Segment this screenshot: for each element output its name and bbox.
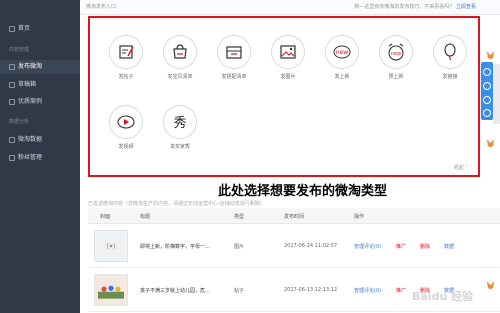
type-outfit-list[interactable]: 发搭配清单 <box>209 35 259 80</box>
row-type: 图片 <box>234 244 245 250</box>
manage-comments-link[interactable]: 管理评论(0) <box>354 287 381 294</box>
type-pre-launch[interactable]: new 预上新 <box>371 35 421 80</box>
home-icon <box>9 26 15 32</box>
tips-notice: 新—这里有你微淘的发布技巧，不来看看吗？ 立即查看 <box>354 3 476 10</box>
refresh-icon[interactable] <box>483 82 491 90</box>
type-post[interactable]: 发帖子 <box>101 35 151 80</box>
table-row: 即将上新，阶梯数字，字母一... 图片 2017-06-14 11:02:57 … <box>88 224 500 268</box>
type-video[interactable]: 发视频 <box>101 105 151 150</box>
row-title[interactable]: 孩子不满三岁就上幼儿园，危... <box>140 287 210 294</box>
buyer-show-icon: 秀 <box>163 105 197 139</box>
cases-icon <box>9 99 15 105</box>
type-link[interactable]: 发链接 <box>425 35 475 80</box>
fox-icon <box>486 51 495 60</box>
type-buyer-show[interactable]: 秀 发买家秀 <box>155 105 205 150</box>
sidebar-item-label: 发布微淘 <box>18 63 43 70</box>
broadcast-icon <box>106 242 116 250</box>
children-photo-icon <box>98 285 124 299</box>
fox-icon <box>486 281 495 290</box>
sidebar-item-label: 微淘数据 <box>18 136 43 143</box>
fans-icon <box>9 155 15 161</box>
publish-type-picker: 发帖子 发宝贝清单 发搭配清单 发图片 new 发上新 new 预上新 发链接 … <box>88 16 480 177</box>
type-label: 发宝贝清单 <box>167 74 193 80</box>
main-content: 微淘发布入口 新—这里有你微淘的发布技巧，不来看看吗？ 立即查看 发帖子 发宝贝… <box>80 0 500 313</box>
tips-text: 新—这里有你微淘的发布技巧，不来看看吗？ <box>354 4 455 10</box>
sidebar-item-cases[interactable]: 优质案例 <box>0 95 80 109</box>
type-item-list[interactable]: 发宝贝清单 <box>155 35 205 80</box>
entry-title: 微淘发布入口 <box>86 4 117 10</box>
promote-link[interactable]: 推广 <box>396 243 406 250</box>
delete-link[interactable]: 删除 <box>420 243 430 250</box>
col-time: 发布时间 <box>284 214 305 220</box>
item-list-icon <box>163 35 197 69</box>
sidebar-item-data[interactable]: 微淘数据 <box>0 133 80 147</box>
row-time: 2017-06-13 12:13:12 <box>284 287 338 293</box>
post-icon <box>109 35 143 69</box>
fox-icon <box>486 139 495 148</box>
sidebar-item-label: 粉丝管理 <box>18 154 43 161</box>
drop-icon[interactable] <box>483 68 491 76</box>
manage-comments-link[interactable]: 管理评论(0) <box>354 243 381 250</box>
sidebar-item-publish[interactable]: 发布微淘 <box>0 60 80 74</box>
type-label: 发买家秀 <box>169 144 190 150</box>
collapse-label: 收起 <box>453 165 464 171</box>
sidebar-section-content: 内容管理 <box>9 47 30 53</box>
col-type: 类型 <box>234 214 245 220</box>
new-arrival-icon: new <box>325 35 359 69</box>
link-icon <box>433 35 467 69</box>
collapse-button[interactable]: 收起 ˄ <box>454 164 468 171</box>
svg-text:秀: 秀 <box>173 116 186 131</box>
row-time: 2017-06-14 11:02:57 <box>284 243 338 249</box>
type-image[interactable]: 发图片 <box>263 35 313 80</box>
type-label: 发上新 <box>334 74 350 80</box>
image-icon <box>271 35 305 69</box>
type-label: 发链接 <box>442 74 458 80</box>
type-new-arrival[interactable]: new 发上新 <box>317 35 367 80</box>
sidebar-item-home[interactable]: 首页 <box>0 22 80 36</box>
promote-link[interactable]: 推广 <box>396 287 406 294</box>
col-actions: 操作 <box>354 214 365 220</box>
published-hint: 已发送微淘内容（非微淘生产的内容，请通过无线运营中心-店铺动态进行删除） <box>88 201 265 207</box>
publish-icon <box>9 64 15 70</box>
watermark: Baidu 经验 <box>412 290 474 303</box>
sidebar-section-data: 数据分析 <box>9 119 30 125</box>
data-link[interactable]: 数据 <box>444 243 454 250</box>
row-title[interactable]: 即将上新，阶梯数字，字母一... <box>140 243 210 250</box>
settings-icon[interactable] <box>483 109 491 117</box>
svg-text:new: new <box>336 49 348 56</box>
type-label: 发视频 <box>118 144 134 150</box>
sidebar-item-drafts[interactable]: 草稿箱 <box>0 78 80 92</box>
drafts-icon <box>9 82 15 88</box>
video-icon <box>109 105 143 139</box>
chart-icon <box>9 137 15 143</box>
type-label: 预上新 <box>388 74 404 80</box>
tips-link[interactable]: 立即查看 <box>456 4 476 10</box>
svg-text:new: new <box>391 51 401 57</box>
sidebar-item-fans[interactable]: 粉丝管理 <box>0 151 80 165</box>
outfit-list-icon <box>217 35 251 69</box>
type-label: 发帖子 <box>118 74 134 80</box>
table-header: 封面 标题 类型 发布时间 操作 <box>88 208 500 224</box>
clipboard-icon[interactable] <box>483 96 491 104</box>
col-title: 标题 <box>140 214 151 220</box>
floating-side-tab[interactable] <box>493 64 500 124</box>
annotation-caption: 此处选择想要发布的微淘类型 <box>218 184 388 199</box>
row-type: 帖子 <box>234 288 245 294</box>
cover-thumbnail[interactable] <box>94 274 128 306</box>
top-bar: 微淘发布入口 新—这里有你微淘的发布技巧，不来看看吗？ 立即查看 <box>80 0 500 15</box>
sidebar: 首页 内容管理 发布微淘 草稿箱 优质案例 数据分析 微淘数据 粉丝管理 <box>0 0 80 313</box>
sidebar-item-label: 草稿箱 <box>18 81 37 88</box>
pre-launch-icon: new <box>379 35 413 69</box>
cover-thumbnail[interactable] <box>94 230 128 262</box>
sidebar-item-label: 首页 <box>18 25 31 32</box>
floating-toolbar <box>481 62 493 120</box>
type-label: 发图片 <box>280 74 296 80</box>
type-label: 发搭配清单 <box>221 74 247 80</box>
sidebar-item-label: 优质案例 <box>18 98 43 105</box>
col-cover: 封面 <box>100 214 111 220</box>
